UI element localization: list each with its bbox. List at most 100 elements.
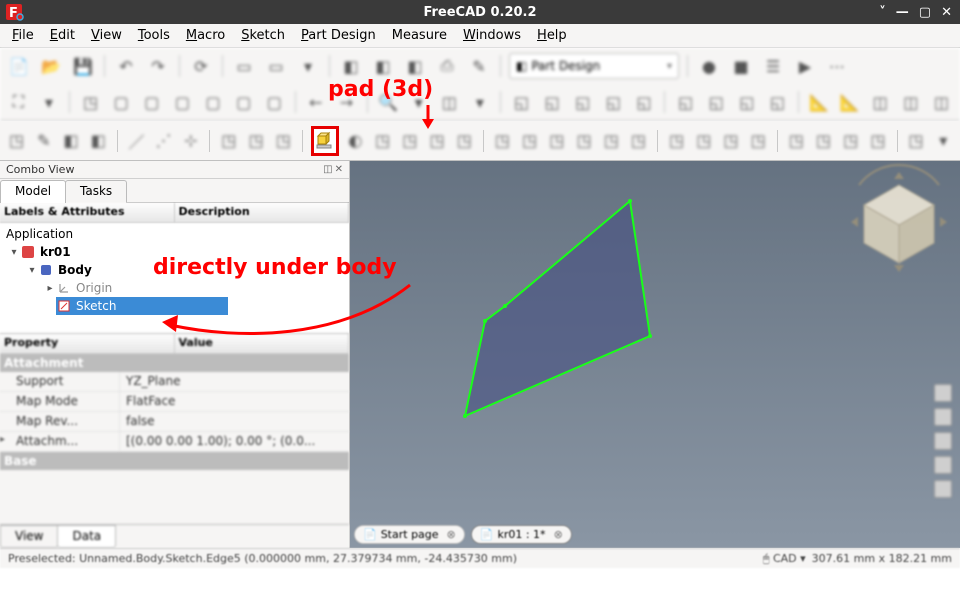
view-left-button[interactable]: ▢ xyxy=(262,89,287,115)
view-top-button[interactable]: ▢ xyxy=(139,89,164,115)
toolbar-button[interactable]: ◳ xyxy=(628,128,649,154)
toolbar-button[interactable]: ⊹ xyxy=(180,128,201,154)
prop-row[interactable]: Map Rev...false xyxy=(0,412,349,432)
menu-edit[interactable]: Edit xyxy=(44,26,81,45)
toolbar-button[interactable]: ⋯ xyxy=(824,53,850,79)
prop-row[interactable]: Map ModeFlatFace xyxy=(0,392,349,412)
toolbar-button[interactable]: ▾ xyxy=(37,89,62,115)
toolbar-button[interactable]: ◱ xyxy=(570,89,595,115)
toolbar-button[interactable]: ◳ xyxy=(454,128,475,154)
toolbar-button[interactable]: ⋰ xyxy=(153,128,174,154)
tree-body[interactable]: ▾ Body xyxy=(0,261,349,279)
toolbar-button[interactable]: ▭ xyxy=(263,53,289,79)
toolbar-button[interactable]: ⎙ xyxy=(434,53,460,79)
menu-windows[interactable]: Windows xyxy=(457,26,527,45)
toolbar-button[interactable]: ◳ xyxy=(273,128,294,154)
menu-view[interactable]: View xyxy=(85,26,128,45)
zoom-button[interactable]: 🔍 xyxy=(376,89,401,115)
view-right-button[interactable]: ▢ xyxy=(170,89,195,115)
save-button[interactable]: 💾 xyxy=(70,53,96,79)
rotate-right-button[interactable]: → xyxy=(334,89,359,115)
toolbar-button[interactable]: ◳ xyxy=(399,128,420,154)
close-icon[interactable]: ⊗ xyxy=(554,528,563,541)
toolbar-button[interactable]: ◫ xyxy=(437,89,462,115)
toolbar-button[interactable]: ▾ xyxy=(933,128,954,154)
panel-undock-button[interactable]: ◫ xyxy=(323,164,332,175)
loft-button[interactable]: ◳ xyxy=(372,128,393,154)
tree-origin[interactable]: ▸ Origin xyxy=(0,279,349,297)
model-tree[interactable]: Application ▾ kr01 ▾ Body ▸ Origin ▸ xyxy=(0,223,349,333)
view-mini-icon[interactable] xyxy=(934,480,952,498)
pocket-button[interactable]: ◳ xyxy=(492,128,513,154)
prop-tab-data[interactable]: Data xyxy=(57,525,116,548)
prop-row[interactable]: SupportYZ_Plane xyxy=(0,372,349,392)
window-iconify-button[interactable]: ˅ xyxy=(879,5,886,20)
toolbar-button[interactable]: ／ xyxy=(126,128,147,154)
tree-sketch[interactable]: ▸ Sketch xyxy=(0,297,349,315)
3d-view[interactable]: 📄 Start page ⊗ 📄 kr01 : 1* ⊗ xyxy=(350,161,960,548)
panel-close-button[interactable]: ✕ xyxy=(335,164,343,175)
view-mini-icon[interactable] xyxy=(934,384,952,402)
toolbar-button[interactable]: ◳ xyxy=(867,128,888,154)
toolbar-button[interactable]: ◱ xyxy=(632,89,657,115)
create-sketch-button[interactable]: ✎ xyxy=(33,128,54,154)
toolbar-button[interactable]: ▾ xyxy=(406,89,431,115)
toolbar-button[interactable]: ◳ xyxy=(245,128,266,154)
hole-button[interactable]: ◳ xyxy=(519,128,540,154)
toolbar-button[interactable]: ◳ xyxy=(748,128,769,154)
toolbar-button[interactable]: ◱ xyxy=(704,89,729,115)
expand-icon[interactable]: ▾ xyxy=(8,247,20,258)
rotate-left-button[interactable]: ← xyxy=(304,89,329,115)
open-file-button[interactable]: 📂 xyxy=(38,53,64,79)
toolbar-button[interactable]: ◳ xyxy=(426,128,447,154)
groove-button[interactable]: ◳ xyxy=(546,128,567,154)
toolbar-button[interactable]: ◳ xyxy=(905,128,926,154)
toolbar-button[interactable]: ◳ xyxy=(573,128,594,154)
polar-pattern-button[interactable]: ◳ xyxy=(840,128,861,154)
toolbar-button[interactable]: ◱ xyxy=(540,89,565,115)
tab-tasks[interactable]: Tasks xyxy=(65,180,127,203)
view-front-button[interactable]: ▢ xyxy=(109,89,134,115)
view-mini-icon[interactable] xyxy=(934,432,952,450)
view-rear-button[interactable]: ▢ xyxy=(201,89,226,115)
toolbar-button[interactable]: ◳ xyxy=(218,128,239,154)
toolbar-button[interactable]: 📐 xyxy=(837,89,862,115)
workbench-selector[interactable]: ◧ Part Design ▾ xyxy=(509,53,679,79)
menu-measure[interactable]: Measure xyxy=(386,26,453,45)
macro-record-button[interactable]: ● xyxy=(696,53,722,79)
tab-model[interactable]: Model xyxy=(0,180,66,203)
view-fit-button[interactable]: ⛶ xyxy=(6,89,31,115)
view-mini-icon[interactable] xyxy=(934,456,952,474)
view-bottom-button[interactable]: ▢ xyxy=(231,89,256,115)
macro-list-button[interactable]: ☰ xyxy=(760,53,786,79)
toolbar-button[interactable]: ◱ xyxy=(601,89,626,115)
toolbar-button[interactable]: ◧ xyxy=(370,53,396,79)
toolbar-button[interactable]: ▾ xyxy=(468,89,493,115)
close-icon[interactable]: ⊗ xyxy=(447,528,456,541)
menu-file[interactable]: File xyxy=(6,26,40,45)
menu-tools[interactable]: Tools xyxy=(132,26,176,45)
prop-tab-view[interactable]: View xyxy=(0,525,58,548)
mirror-button[interactable]: ◳ xyxy=(786,128,807,154)
view-iso-button[interactable]: ◳ xyxy=(78,89,103,115)
edit-sketch-button[interactable]: ◧ xyxy=(60,128,81,154)
toolbar-button[interactable]: ◳ xyxy=(601,128,622,154)
menu-partdesign[interactable]: Part Design xyxy=(295,26,382,45)
macro-run-button[interactable]: ▶ xyxy=(792,53,818,79)
menu-sketch[interactable]: Sketch xyxy=(235,26,291,45)
undo-button[interactable]: ↶ xyxy=(113,53,139,79)
window-minimize-button[interactable]: — xyxy=(896,5,909,20)
new-file-button[interactable]: 📄 xyxy=(6,53,32,79)
mdi-tab-startpage[interactable]: 📄 Start page ⊗ xyxy=(354,525,465,544)
redo-button[interactable]: ↷ xyxy=(145,53,171,79)
toolbar-button[interactable]: ◫ xyxy=(899,89,924,115)
chamfer-button[interactable]: ◳ xyxy=(693,128,714,154)
window-close-button[interactable]: ✕ xyxy=(941,5,952,20)
mdi-tab-document[interactable]: 📄 kr01 : 1* ⊗ xyxy=(471,525,572,544)
fillet-button[interactable]: ◳ xyxy=(666,128,687,154)
menu-help[interactable]: Help xyxy=(531,26,573,45)
macro-stop-button[interactable]: ■ xyxy=(728,53,754,79)
measure-button[interactable]: 📐 xyxy=(807,89,832,115)
toolbar-button[interactable]: ◱ xyxy=(765,89,790,115)
toolbar-button[interactable]: ◧ xyxy=(88,128,109,154)
